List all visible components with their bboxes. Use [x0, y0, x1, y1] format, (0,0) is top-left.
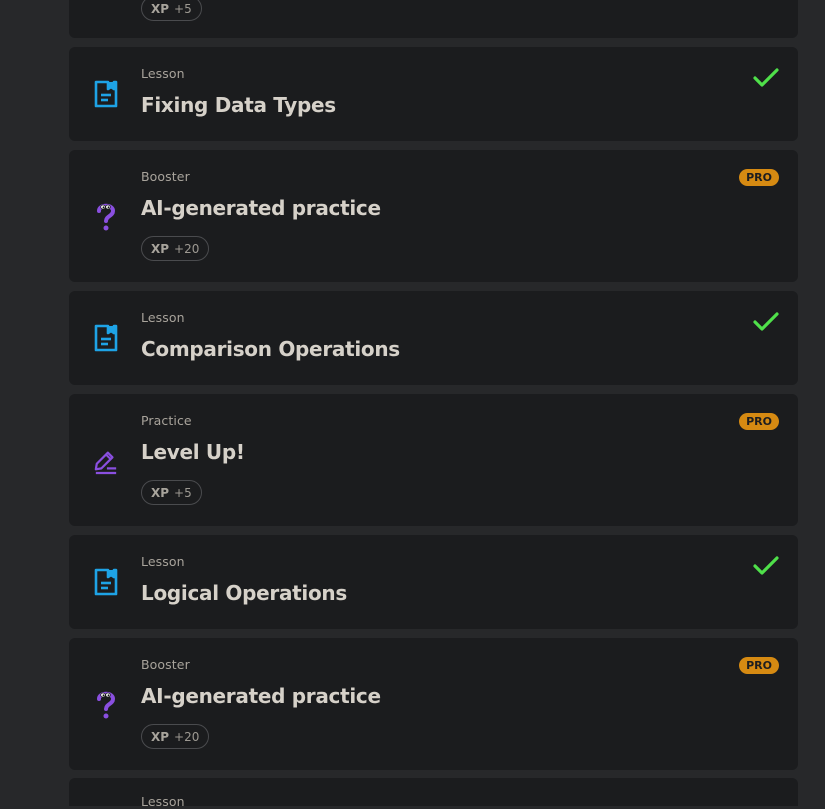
lesson-doc-icon [94, 80, 118, 108]
xp-label: XP [151, 1, 170, 16]
xp-pill: XP +20 [141, 236, 210, 261]
xp-label: XP [151, 729, 170, 744]
list-item[interactable]: Booster AI-generated practice XP +20 PRO [69, 150, 798, 282]
pencil-edit-icon [94, 451, 117, 475]
item-title[interactable]: Fixing Data Types [141, 93, 336, 117]
item-title[interactable]: Logical Operations [141, 581, 347, 605]
question-mark-icon [97, 691, 116, 719]
xp-pill: XP +20 [141, 724, 210, 749]
item-title[interactable]: Comparison Operations [141, 337, 400, 361]
item-kind: Booster [141, 169, 190, 184]
xp-label: XP [151, 241, 170, 256]
lesson-doc-icon [94, 568, 118, 596]
xp-value: +20 [174, 241, 200, 256]
xp-pill: XP +5 [141, 0, 202, 21]
item-title[interactable]: AI-generated practice [141, 196, 381, 220]
list-item[interactable]: Practice Level Up! XP +5 PRO [69, 394, 798, 526]
xp-value: +5 [174, 1, 192, 16]
question-mark-icon [97, 203, 116, 231]
pro-badge: PRO [739, 413, 779, 430]
check-icon [753, 556, 779, 575]
item-title[interactable]: AI-generated practice [141, 684, 381, 708]
xp-value: +20 [174, 729, 200, 744]
item-title[interactable]: Level Up! [141, 440, 245, 464]
list-item[interactable]: Lesson Logical Operations [69, 535, 798, 629]
item-kind: Booster [141, 657, 190, 672]
item-kind: Lesson [141, 794, 185, 809]
item-kind: Lesson [141, 66, 185, 81]
list-item[interactable]: XP +5 [69, 0, 798, 38]
list-item[interactable]: Booster AI-generated practice XP +20 PRO [69, 638, 798, 770]
xp-label: XP [151, 485, 170, 500]
check-icon [753, 68, 779, 87]
course-item-list: XP +5 Lesson Fixing Data Types Booster A… [0, 0, 825, 809]
list-item[interactable]: Lesson [69, 778, 798, 809]
list-item[interactable]: Lesson Fixing Data Types [69, 47, 798, 141]
list-item[interactable]: Lesson Comparison Operations [69, 291, 798, 385]
check-icon [753, 312, 779, 331]
item-kind: Practice [141, 413, 192, 428]
xp-value: +5 [174, 485, 192, 500]
xp-pill: XP +5 [141, 480, 202, 505]
item-kind: Lesson [141, 554, 185, 569]
pro-badge: PRO [739, 657, 779, 674]
lesson-doc-icon [94, 324, 118, 352]
pro-badge: PRO [739, 169, 779, 186]
item-kind: Lesson [141, 310, 185, 325]
